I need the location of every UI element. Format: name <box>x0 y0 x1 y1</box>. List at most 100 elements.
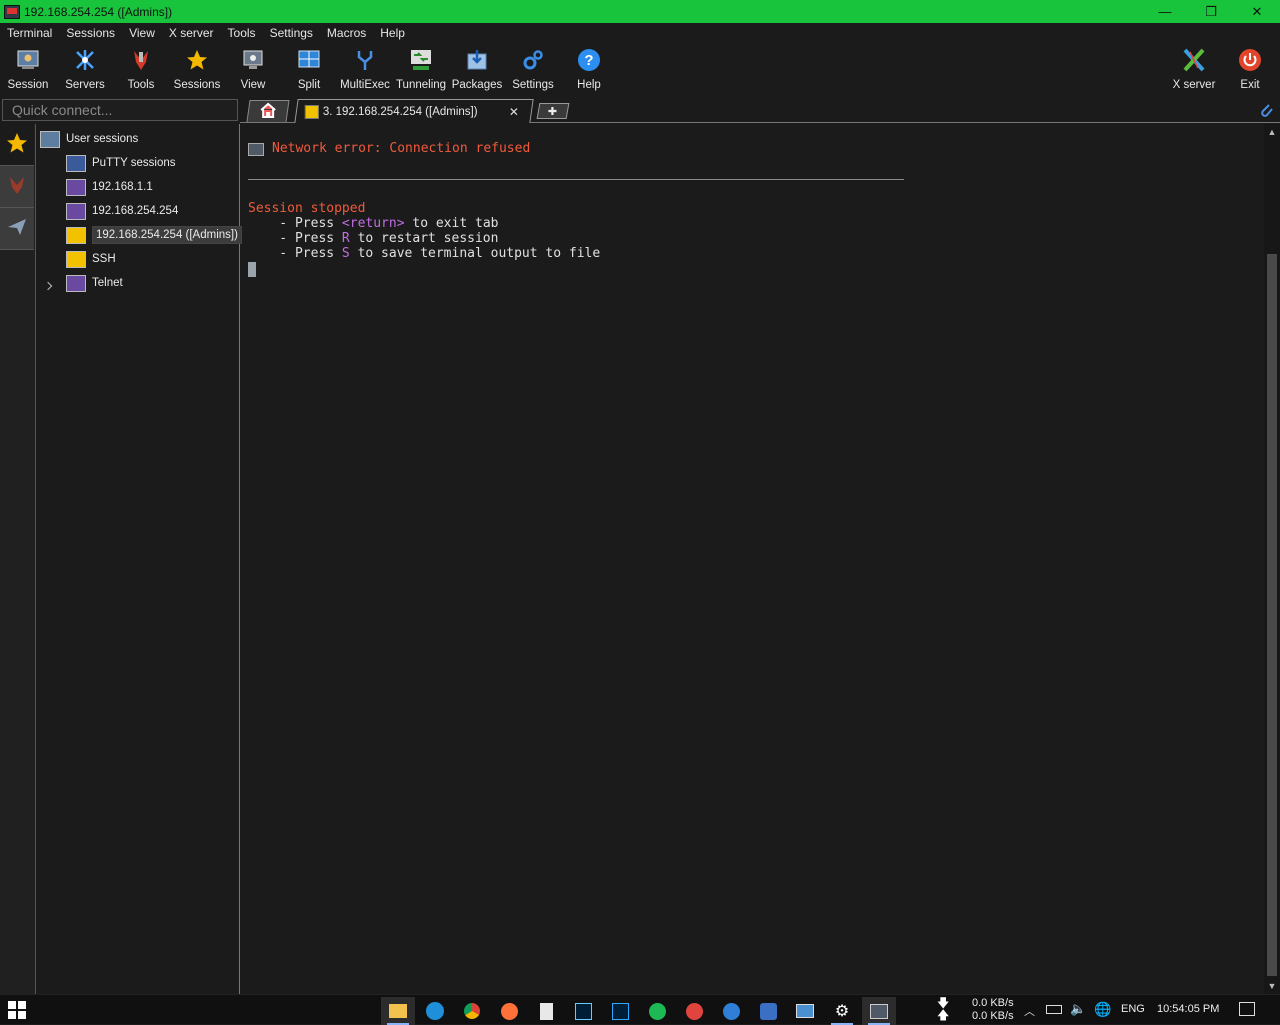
edge-icon[interactable] <box>418 997 452 1025</box>
multiexec-button[interactable]: MultiExec <box>337 43 393 95</box>
net-up-speed: 0.0 KB/s <box>972 1010 1014 1022</box>
firefox-icon[interactable] <box>492 997 526 1025</box>
packages-button[interactable]: Packages <box>449 43 505 95</box>
clock[interactable]: 10:54:05 PM <box>1157 1003 1219 1015</box>
tab-label: 3. 192.168.254.254 ([Admins]) <box>322 105 478 118</box>
tree-item-telnet[interactable]: Telnet <box>66 273 123 293</box>
settings-button[interactable]: Settings <box>505 43 561 95</box>
terminal-scrollbar[interactable]: ▲ ▼ <box>1264 124 1280 994</box>
title-bar: 192.168.254.254 ([Admins]) — ❐ ✕ <box>0 0 1280 23</box>
mobaxterm-app-icon <box>4 4 20 19</box>
restore-button[interactable]: ❐ <box>1188 0 1234 23</box>
menu-terminal[interactable]: Terminal <box>0 26 59 40</box>
network-error-icon <box>248 143 264 156</box>
tunneling-icon <box>408 47 434 73</box>
lightroom-icon[interactable] <box>566 997 600 1025</box>
sidebar-tabs <box>0 124 36 994</box>
terminal-cursor <box>248 262 256 277</box>
tools-button[interactable]: Tools <box>113 43 169 95</box>
menu-settings[interactable]: Settings <box>263 26 320 40</box>
home-tab[interactable] <box>246 100 290 122</box>
menu-macros[interactable]: Macros <box>320 26 373 40</box>
app-blue-icon[interactable] <box>714 997 748 1025</box>
chrome-icon[interactable] <box>455 997 489 1025</box>
putty-session-icon <box>66 274 86 292</box>
star-icon <box>184 47 210 73</box>
putty-session-icon <box>66 178 86 196</box>
tunneling-button[interactable]: Tunneling <box>393 43 449 95</box>
close-button[interactable]: ✕ <box>1234 0 1280 23</box>
tab-close-icon[interactable]: ✕ <box>509 105 519 119</box>
chevron-right-icon[interactable] <box>43 281 53 291</box>
servers-icon <box>72 47 98 73</box>
toolbar: Session Servers Tools Sessions View Spli… <box>0 43 1280 95</box>
tree-item-ssh[interactable]: SSH <box>66 249 116 269</box>
help-icon: ? <box>576 47 602 73</box>
spotify-icon[interactable] <box>640 997 674 1025</box>
view-button[interactable]: View <box>225 43 281 95</box>
tree-item-putty-sessions[interactable]: PuTTY sessions <box>66 153 176 173</box>
notifications-icon[interactable] <box>1239 1002 1255 1016</box>
tools-icon <box>128 47 154 73</box>
split-button[interactable]: Split <box>281 43 337 95</box>
ccleaner-icon[interactable] <box>751 997 785 1025</box>
exit-button[interactable]: Exit <box>1222 43 1278 95</box>
windows-start-icon[interactable] <box>8 1001 26 1019</box>
quick-connect-input[interactable]: Quick connect... <box>2 99 238 121</box>
paperclip-icon[interactable] <box>1258 101 1274 119</box>
tab-session-3[interactable]: 3. 192.168.254.254 ([Admins]) ✕ <box>294 99 534 123</box>
servers-button[interactable]: Servers <box>57 43 113 95</box>
settings-gear-icon[interactable]: ⚙ <box>825 997 859 1025</box>
sidebar-tab-tools[interactable] <box>0 166 34 208</box>
home-icon <box>258 102 279 121</box>
session-button[interactable]: Session <box>0 43 56 95</box>
tree-item-192-168-1-1[interactable]: 192.168.1.1 <box>66 177 153 197</box>
svg-text:?: ? <box>584 52 593 69</box>
settings-icon <box>520 47 546 73</box>
terminal-area[interactable]: Network error: Connection refused Sessio… <box>244 124 1264 994</box>
plus-icon: ✚ <box>548 105 558 118</box>
chevron-up-icon[interactable]: ︿ <box>1024 1003 1035 1019</box>
menu-sessions[interactable]: Sessions <box>59 26 122 40</box>
wrench-session-icon <box>66 226 86 244</box>
scroll-down-icon[interactable]: ▼ <box>1264 978 1280 994</box>
hint-restart-session: - Press R to restart session <box>248 231 499 246</box>
hint-save-output: - Press S to save terminal output to fil… <box>248 246 601 261</box>
mobaxterm-icon[interactable] <box>862 997 896 1025</box>
tree-root-user-sessions[interactable]: User sessions <box>40 129 138 149</box>
battery-icon[interactable] <box>1046 1005 1062 1014</box>
menu-help[interactable]: Help <box>373 26 412 40</box>
photoshop-icon[interactable] <box>603 997 637 1025</box>
globe-icon[interactable]: 🌐 <box>1094 1001 1111 1018</box>
window-title: 192.168.254.254 ([Admins]) <box>24 4 173 19</box>
multiexec-icon <box>352 47 378 73</box>
sessions-button[interactable]: Sessions <box>169 43 225 95</box>
paper-plane-icon <box>6 216 28 241</box>
scroll-up-icon[interactable]: ▲ <box>1264 124 1280 140</box>
session-icon <box>15 47 41 73</box>
sidebar-tab-sessions[interactable] <box>0 124 34 166</box>
volume-icon[interactable]: 🔈 <box>1070 1001 1086 1017</box>
remote-icon[interactable] <box>788 997 822 1025</box>
split-icon <box>296 47 322 73</box>
putty-session-icon <box>66 202 86 220</box>
menu-x-server[interactable]: X server <box>162 26 221 40</box>
tree-item-192-168-254-254[interactable]: 192.168.254.254 <box>66 201 178 221</box>
menu-view[interactable]: View <box>122 26 162 40</box>
notepad-icon[interactable] <box>529 997 563 1025</box>
minimize-button[interactable]: — <box>1142 0 1188 23</box>
help-button[interactable]: ? Help <box>561 43 617 95</box>
language-indicator[interactable]: ENG <box>1121 1003 1145 1015</box>
x-server-button[interactable]: X server <box>1166 43 1222 95</box>
sidebar-tab-macros[interactable] <box>0 208 34 250</box>
scrollbar-thumb[interactable] <box>1267 254 1277 976</box>
taskbar: ⚙ 🡇 🡅 0.0 KB/s 0.0 KB/s ︿ 🔈 🌐 ENG 10:54:0… <box>0 994 1280 1025</box>
tree-item-192-168-254-254-admins[interactable]: 192.168.254.254 ([Admins]) <box>66 225 242 245</box>
new-tab-button[interactable]: ✚ <box>536 103 570 119</box>
menu-bar: Terminal Sessions View X server Tools Se… <box>0 23 1280 43</box>
file-explorer-icon[interactable] <box>381 997 415 1025</box>
view-icon <box>240 47 266 73</box>
net-down-speed: 0.0 KB/s <box>972 997 1014 1009</box>
menu-tools[interactable]: Tools <box>221 26 263 40</box>
todoist-icon[interactable] <box>677 997 711 1025</box>
